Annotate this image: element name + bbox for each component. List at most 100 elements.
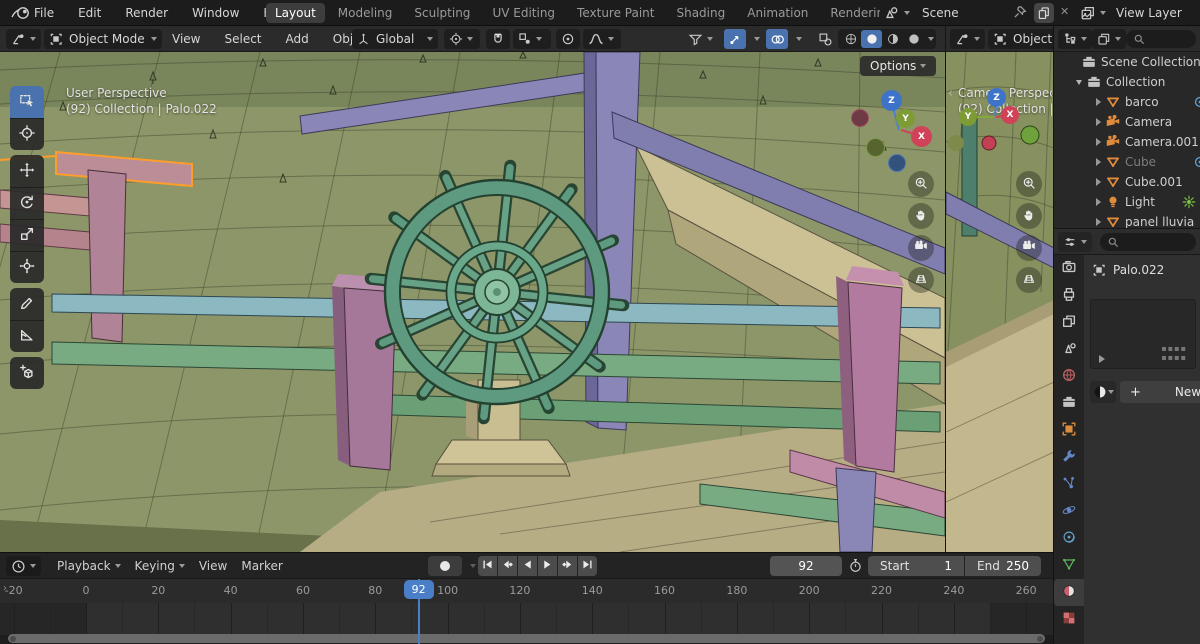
play-reverse-button[interactable] xyxy=(518,556,537,576)
tool-rotate[interactable] xyxy=(10,187,44,219)
viewport-menu-select[interactable]: Select xyxy=(222,30,263,48)
snap-target-dropdown[interactable] xyxy=(513,29,551,49)
summary-toggle-chevron[interactable]: › xyxy=(3,583,7,594)
shading-wireframe-button[interactable] xyxy=(840,30,861,48)
menu-window[interactable]: Window xyxy=(190,4,241,22)
cam-axis-y[interactable]: Y xyxy=(959,108,977,126)
unlink-scene-icon[interactable]: ✕ xyxy=(1060,5,1069,18)
blender-logo-icon[interactable] xyxy=(10,4,32,22)
camera-nav-button[interactable] xyxy=(1016,235,1042,261)
axis-neg-y[interactable] xyxy=(866,138,885,157)
properties-tab-output[interactable] xyxy=(1054,282,1084,309)
material-browse-button[interactable] xyxy=(1090,381,1116,403)
viewport-camera[interactable]: Object Mode ‹ Camera Perspective (92) Co… xyxy=(945,26,1053,552)
properties-tab-view-layer[interactable] xyxy=(1054,309,1084,336)
tool-transform[interactable] xyxy=(10,251,44,283)
expander-icon[interactable] xyxy=(1096,178,1101,186)
new-material-button[interactable]: + New xyxy=(1120,381,1200,403)
timeline-scrollbar[interactable] xyxy=(8,634,1045,643)
properties-tab-particles[interactable] xyxy=(1054,471,1084,498)
tab-rendering[interactable]: Rendering xyxy=(821,3,880,23)
options-button[interactable]: Options xyxy=(860,56,937,76)
timeline-editor-type-button[interactable] xyxy=(6,556,41,576)
falloff-dropdown[interactable] xyxy=(583,29,621,49)
outliner-row-barco[interactable]: barco xyxy=(1054,92,1200,112)
tab-modeling[interactable]: Modeling xyxy=(329,3,402,23)
overlays-chevron[interactable] xyxy=(796,37,802,41)
frame-end-field[interactable]: End 250 xyxy=(965,556,1041,576)
properties-tab-constraints[interactable] xyxy=(1054,525,1084,552)
stopwatch-icon[interactable] xyxy=(848,558,863,573)
mode-dropdown[interactable]: Object Mode xyxy=(44,29,162,49)
purple-post-lower-right[interactable] xyxy=(835,467,877,552)
properties-tab-collection[interactable] xyxy=(1054,390,1084,417)
expander-icon[interactable] xyxy=(1096,118,1101,126)
scene-selector[interactable]: Scene xyxy=(884,0,959,26)
properties-tab-scene[interactable] xyxy=(1054,336,1084,363)
tool-measure[interactable] xyxy=(10,320,44,352)
viewport-3d[interactable]: Object Mode ViewSelectAddObject Global xyxy=(0,26,945,552)
next-keyframe-button[interactable] xyxy=(558,556,577,576)
tool-move[interactable] xyxy=(10,155,44,187)
camera-mode-dropdown[interactable]: Object Mode xyxy=(988,29,1053,49)
properties-tab-material[interactable] xyxy=(1054,579,1084,606)
properties-tab-world[interactable] xyxy=(1054,363,1084,390)
tool-scale[interactable] xyxy=(10,219,44,251)
viewport-menu-view[interactable]: View xyxy=(170,30,202,48)
scene-name[interactable]: Scene xyxy=(922,6,959,20)
tab-animation[interactable]: Animation xyxy=(738,3,817,23)
hand-nav-button[interactable] xyxy=(1016,203,1042,229)
axis-z[interactable]: Z xyxy=(881,90,902,111)
outliner-row-light[interactable]: Light xyxy=(1054,192,1200,212)
jump-end-button[interactable] xyxy=(578,556,597,576)
playhead-label[interactable]: 92 xyxy=(403,580,434,599)
properties-tab-modifiers[interactable] xyxy=(1054,444,1084,471)
menu-render[interactable]: Render xyxy=(123,4,170,22)
outliner-row-camera-001[interactable]: Camera.001 xyxy=(1054,132,1200,152)
auto-keying-button[interactable] xyxy=(428,556,462,576)
axis-neg-x[interactable] xyxy=(851,109,869,127)
tab-sculpting[interactable]: Sculpting xyxy=(405,3,479,23)
cam-axis-x[interactable]: X xyxy=(1001,106,1019,124)
zoom-nav-button[interactable] xyxy=(1016,171,1042,197)
selectability-dropdown[interactable] xyxy=(688,29,713,49)
shading-solid-button[interactable] xyxy=(861,30,882,48)
pink-post-left[interactable] xyxy=(87,169,127,343)
expander-icon[interactable] xyxy=(1096,198,1101,206)
timeline-menu-marker[interactable]: Marker xyxy=(234,559,289,573)
properties-tab-texture[interactable] xyxy=(1054,606,1084,633)
jump-start-button[interactable] xyxy=(478,556,497,576)
outliner-editor-type-button[interactable] xyxy=(1058,29,1092,49)
orientation-dropdown[interactable]: Global xyxy=(352,29,438,49)
material-slot-list[interactable]: ▪▪▪▪ ▪▪▪▪ xyxy=(1090,299,1196,369)
outliner-row-cube[interactable]: Cube xyxy=(1054,152,1200,172)
prev-keyframe-button[interactable] xyxy=(498,556,517,576)
tool-annotate[interactable] xyxy=(10,288,44,320)
properties-search-input[interactable] xyxy=(1100,233,1196,251)
timeline-channels[interactable] xyxy=(0,603,1053,635)
tab-uv-editing[interactable]: UV Editing xyxy=(483,3,564,23)
sidebar-toggle-chevron[interactable]: ‹ xyxy=(948,86,953,100)
pink-post-right[interactable] xyxy=(847,281,903,473)
new-scene-icon[interactable] xyxy=(1034,3,1054,23)
zoom-nav-button[interactable] xyxy=(908,171,934,197)
properties-tab-data[interactable] xyxy=(1054,552,1084,579)
axis-neg-z[interactable] xyxy=(888,154,906,172)
cam-axis-z[interactable]: Z xyxy=(987,88,1006,107)
camera-navigation-gizmo[interactable]: Y Z X xyxy=(957,86,1029,146)
gizmos-chevron[interactable] xyxy=(754,37,760,41)
timeline-ruler[interactable]: -20 0 20 40 60 80 100 120 140 160 180 200 220 240 260 xyxy=(0,579,1053,603)
proportional-editing-toggle[interactable] xyxy=(556,29,580,49)
overlays-toggle[interactable] xyxy=(766,29,788,49)
grid-nav-button[interactable] xyxy=(1016,267,1042,293)
timeline-menu-view[interactable]: View xyxy=(192,559,234,573)
tab-shading[interactable]: Shading xyxy=(667,3,734,23)
outliner-row-camera[interactable]: Camera xyxy=(1054,112,1200,132)
shading-material-button[interactable] xyxy=(882,30,903,48)
properties-tab-object[interactable] xyxy=(1054,417,1084,444)
timeline-menu-playback[interactable]: Playback xyxy=(50,559,128,573)
menu-file[interactable]: File xyxy=(32,4,56,22)
tool-cursor[interactable] xyxy=(10,118,44,150)
light-data-icon[interactable] xyxy=(1181,194,1197,210)
outliner-row-collection[interactable]: Collection xyxy=(1054,72,1200,92)
